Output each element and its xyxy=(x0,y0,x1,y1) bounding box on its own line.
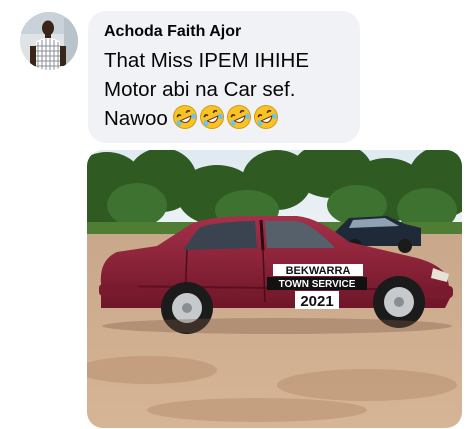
comment-line-3-text: Nawoo xyxy=(104,107,168,130)
author-avatar[interactable] xyxy=(20,12,78,70)
rolling-laugh-emoji-icon xyxy=(172,104,198,138)
comment-line-3: Nawoo xyxy=(104,104,346,138)
avatar-photo xyxy=(20,12,78,70)
car-photo-image: BEKWARRA TOWN SERVICE 2021 xyxy=(87,150,462,428)
comment-text: That Miss IPEM IHIHE Motor abi na Car se… xyxy=(104,46,346,138)
rolling-laugh-emoji-icon xyxy=(199,104,225,138)
comment-author-name[interactable]: Achoda Faith Ajor xyxy=(104,21,346,43)
attached-photo[interactable]: BEKWARRA TOWN SERVICE 2021 xyxy=(87,150,462,428)
rolling-laugh-emoji-icon xyxy=(253,104,279,138)
sign-line-2: TOWN SERVICE xyxy=(279,279,356,290)
sign-year: 2021 xyxy=(300,293,333,310)
comment-bubble: Achoda Faith Ajor That Miss IPEM IHIHE M… xyxy=(88,11,360,143)
sign-line-1: BEKWARRA xyxy=(286,265,351,277)
emoji-row xyxy=(172,104,280,138)
comment-line-1: That Miss IPEM IHIHE xyxy=(104,49,310,72)
rolling-laugh-emoji-icon xyxy=(226,104,252,138)
comment-line-2: Motor abi na Car sef. xyxy=(104,78,296,101)
